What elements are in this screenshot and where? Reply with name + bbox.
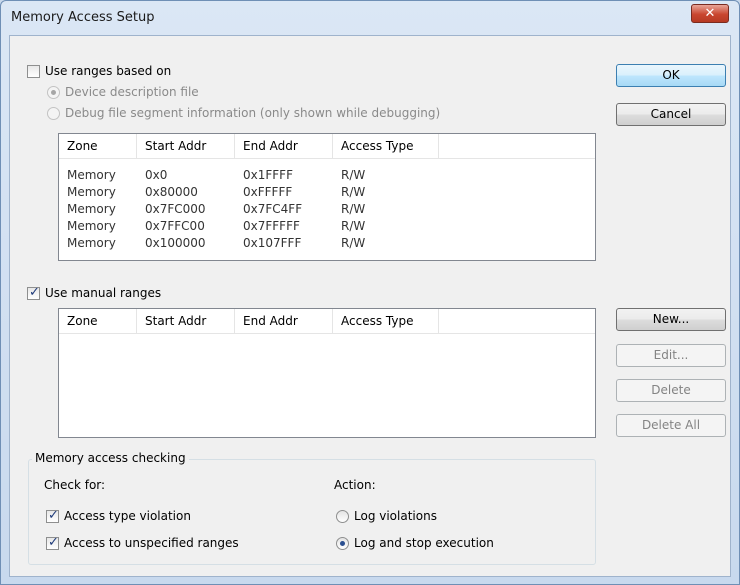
column-header-zone[interactable]: Zone [59,134,137,158]
cell-start-addr: 0x7FFC00 [145,219,205,233]
cell-zone: Memory [67,202,116,216]
column-header-end-addr[interactable]: End Addr [235,134,333,158]
cell-access-type: R/W [341,202,366,216]
cell-access-type: R/W [341,236,366,250]
use-ranges-label[interactable]: Use ranges based on [45,64,171,78]
cell-start-addr: 0x80000 [145,185,198,199]
cell-end-addr: 0xFFFFF [243,185,293,199]
check-for-label: Check for: [44,478,106,492]
log-and-stop-radio[interactable] [336,537,349,550]
cell-end-addr: 0x7FC4FF [243,202,303,216]
table-row[interactable]: Memory 0x7FFC00 0x7FFFFF R/W [59,218,595,234]
unspecified-ranges-checkbox[interactable]: ✓ [46,535,59,550]
cell-access-type: R/W [341,168,366,182]
cell-zone: Memory [67,219,116,233]
window-title: Memory Access Setup [11,10,155,25]
table-row[interactable]: Memory 0x7FC000 0x7FC4FF R/W [59,201,595,217]
memory-access-setup-window: Memory Access Setup ✕ Use ranges based o… [0,0,740,585]
device-description-radio[interactable] [47,86,60,99]
table-row[interactable]: Memory 0x80000 0xFFFFF R/W [59,184,595,200]
ranges-table-header: Zone Start Addr End Addr Access Type [59,134,595,159]
close-icon: ✕ [704,6,716,21]
log-and-stop-label[interactable]: Log and stop execution [354,536,494,550]
cell-end-addr: 0x107FFF [243,236,302,250]
column-header-end-addr[interactable]: End Addr [235,309,333,333]
manual-ranges-table[interactable]: Zone Start Addr End Addr Access Type [58,308,596,438]
new-button[interactable]: New... [616,308,726,331]
debug-segment-label: Debug file segment information (only sho… [65,106,441,120]
use-manual-ranges-checkbox[interactable]: ✓ [27,285,40,300]
log-violations-radio[interactable] [336,510,349,523]
cell-end-addr: 0x1FFFF [243,168,293,182]
dialog-client-area: Use ranges based on Device description f… [9,35,731,577]
radio-selected-dot [340,541,345,546]
checkmark-icon: ✓ [29,285,40,300]
cell-end-addr: 0x7FFFFF [243,219,300,233]
delete-all-button[interactable]: Delete All [616,414,726,437]
use-ranges-checkbox[interactable] [27,65,40,78]
cell-access-type: R/W [341,219,366,233]
column-header-access-type[interactable]: Access Type [333,134,439,158]
checkmark-icon: ✓ [48,508,59,523]
group-title: Memory access checking [32,451,189,465]
use-manual-ranges-label[interactable]: Use manual ranges [45,286,161,300]
table-row[interactable]: Memory 0x100000 0x107FFF R/W [59,235,595,251]
ok-button[interactable]: OK [616,64,726,87]
access-type-violation-label[interactable]: Access type violation [64,509,191,523]
column-header-start-addr[interactable]: Start Addr [137,309,235,333]
column-header-start-addr[interactable]: Start Addr [137,134,235,158]
radio-selected-dot [51,90,56,95]
ranges-table[interactable]: Zone Start Addr End Addr Access Type Mem… [58,133,596,261]
checkmark-icon: ✓ [48,535,59,550]
access-type-violation-checkbox[interactable]: ✓ [46,508,59,523]
log-violations-label[interactable]: Log violations [354,509,437,523]
cell-zone: Memory [67,168,116,182]
delete-button[interactable]: Delete [616,379,726,402]
debug-segment-radio[interactable] [47,107,60,120]
cell-start-addr: 0x100000 [145,236,206,250]
action-label: Action: [334,478,376,492]
column-header-zone[interactable]: Zone [59,309,137,333]
cell-start-addr: 0x0 [145,168,168,182]
unspecified-ranges-label[interactable]: Access to unspecified ranges [64,536,239,550]
title-bar[interactable]: Memory Access Setup ✕ [1,1,739,35]
column-header-access-type[interactable]: Access Type [333,309,439,333]
cell-access-type: R/W [341,185,366,199]
cancel-button[interactable]: Cancel [616,103,726,126]
table-row[interactable]: Memory 0x0 0x1FFFF R/W [59,167,595,183]
manual-table-header: Zone Start Addr End Addr Access Type [59,309,595,334]
cell-start-addr: 0x7FC000 [145,202,206,216]
cell-zone: Memory [67,185,116,199]
cell-zone: Memory [67,236,116,250]
close-button[interactable]: ✕ [691,4,729,23]
device-description-label: Device description file [65,85,199,99]
edit-button[interactable]: Edit... [616,344,726,367]
